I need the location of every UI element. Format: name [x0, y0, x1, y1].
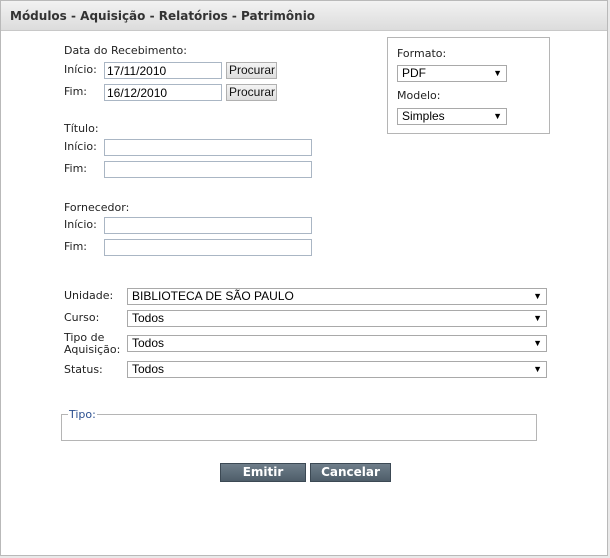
unidade-label: Unidade: — [64, 289, 114, 302]
chevron-down-icon: ▼ — [533, 313, 542, 323]
chevron-down-icon: ▼ — [533, 338, 542, 348]
config-box: Formato: PDF ▼ Modelo: Simples ▼ — [387, 37, 550, 134]
formato-select[interactable]: PDF ▼ — [397, 65, 507, 82]
fornecedor-inicio-label: Início: — [64, 218, 97, 231]
recebimento-inicio-label: Início: — [64, 63, 97, 76]
tipo-legend: Tipo: — [68, 408, 97, 421]
curso-label: Curso: — [64, 311, 100, 324]
status-label: Status: — [64, 363, 103, 376]
recebimento-fim-procurar-button[interactable]: Procurar — [226, 84, 277, 101]
curso-select[interactable]: Todos ▼ — [127, 310, 547, 327]
titulo-fim-label: Fim: — [64, 162, 88, 175]
recebimento-section-label: Data do Recebimento: — [64, 44, 187, 57]
tipo-aquisicao-select-value: Todos — [132, 336, 165, 350]
tipo-aquisicao-select[interactable]: Todos ▼ — [127, 335, 547, 352]
titulo-inicio-input[interactable] — [104, 139, 312, 156]
emitir-button[interactable]: Emitir — [220, 463, 306, 482]
titulo-section-label: Título: — [64, 122, 99, 135]
unidade-select-value: BIBLIOTECA DE SÃO PAULO — [132, 289, 294, 303]
unidade-select[interactable]: BIBLIOTECA DE SÃO PAULO ▼ — [127, 288, 547, 305]
tipo-aquisicao-label: Tipo de Aquisição: — [64, 332, 120, 356]
fornecedor-fim-input[interactable] — [104, 239, 312, 256]
modelo-label: Modelo: — [397, 89, 441, 102]
modelo-select-value: Simples — [402, 109, 445, 123]
formato-label: Formato: — [397, 47, 447, 60]
titulo-fim-input[interactable] — [104, 161, 312, 178]
tipo-fieldset — [61, 414, 537, 441]
status-select-value: Todos — [132, 362, 165, 376]
recebimento-fim-label: Fim: — [64, 85, 88, 98]
status-select[interactable]: Todos ▼ — [127, 361, 547, 378]
report-dialog: Módulos - Aquisição - Relatórios - Patri… — [0, 0, 608, 556]
fornecedor-fim-label: Fim: — [64, 240, 88, 253]
recebimento-inicio-input[interactable]: 17/11/2010 — [104, 62, 222, 79]
titulo-inicio-label: Início: — [64, 140, 97, 153]
recebimento-inicio-procurar-button[interactable]: Procurar — [226, 62, 277, 79]
chevron-down-icon: ▼ — [533, 364, 542, 374]
tipo-aquisicao-label-line2: Aquisição: — [64, 343, 121, 356]
curso-select-value: Todos — [132, 311, 165, 325]
chevron-down-icon: ▼ — [533, 291, 542, 301]
fornecedor-inicio-input[interactable] — [104, 217, 312, 234]
chevron-down-icon: ▼ — [493, 111, 502, 121]
recebimento-fim-input[interactable]: 16/12/2010 — [104, 84, 222, 101]
cancelar-button[interactable]: Cancelar — [310, 463, 391, 482]
dialog-title: Módulos - Aquisição - Relatórios - Patri… — [1, 1, 607, 31]
formato-select-value: PDF — [402, 66, 426, 80]
chevron-down-icon: ▼ — [493, 68, 502, 78]
fornecedor-section-label: Fornecedor: — [64, 201, 130, 214]
modelo-select[interactable]: Simples ▼ — [397, 108, 507, 125]
